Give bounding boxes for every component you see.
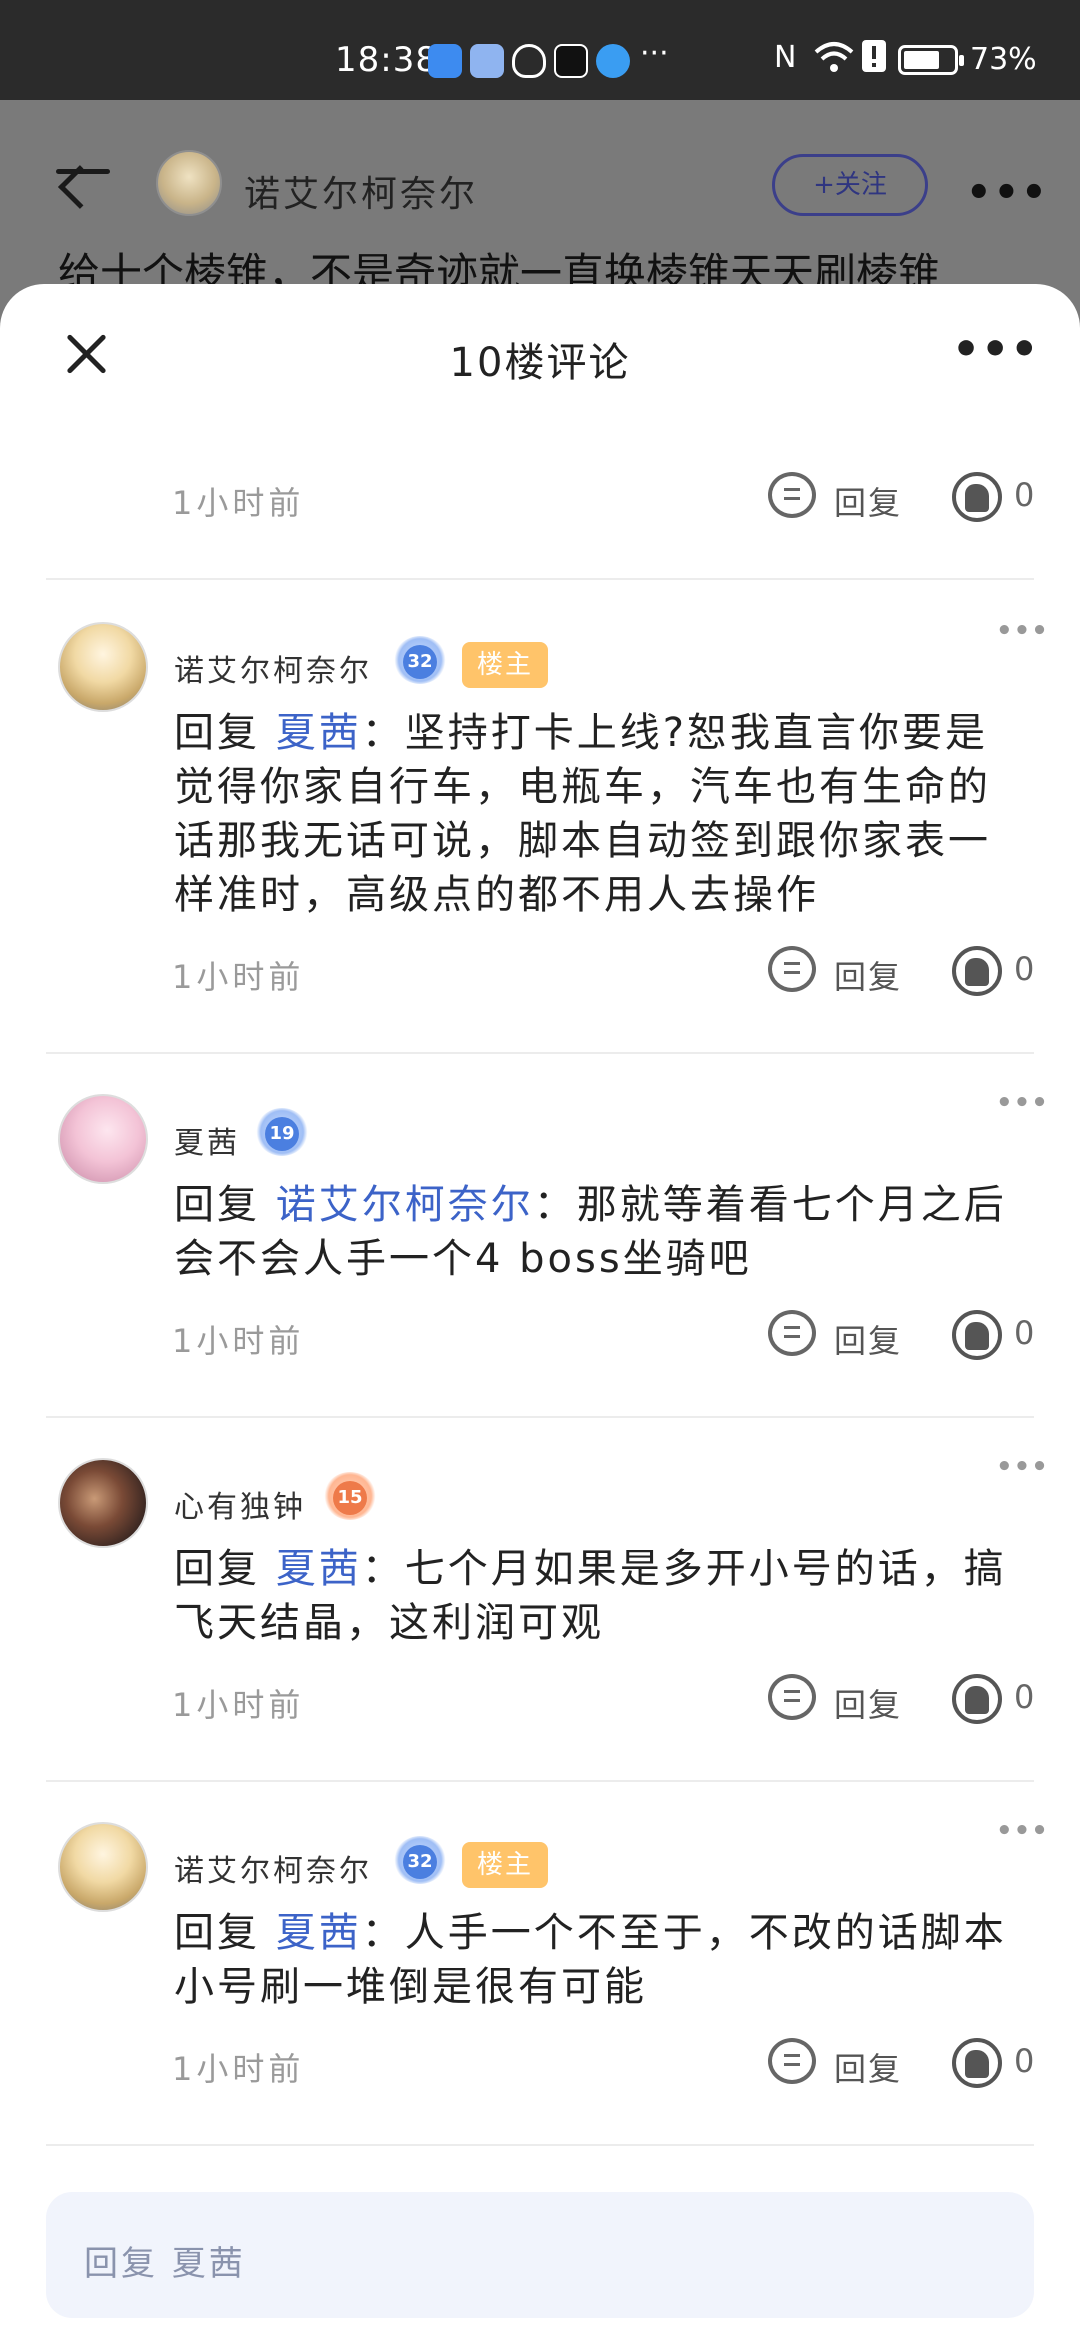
reply-target-link[interactable]: 夏茜	[276, 710, 362, 756]
reply-input-placeholder: 回复 夏茜	[84, 2244, 246, 2284]
status-bar: 18:38 ··· N 73%	[0, 0, 1080, 100]
back-arrow-icon	[52, 150, 110, 190]
comment-meta: 1小时前 回复 0	[0, 944, 1080, 1004]
follow-button: +关注	[772, 154, 928, 216]
comment-more-icon[interactable]: •••	[996, 616, 1049, 646]
level-badge: 32	[394, 1836, 446, 1888]
comment-meta: 1小时前 回复 0	[0, 2036, 1080, 2096]
reply-icon[interactable]	[768, 1310, 816, 1356]
browser-app-icon	[596, 44, 630, 78]
battery-icon	[898, 45, 964, 75]
divider	[46, 1416, 1034, 1418]
comment-body[interactable]: 回复 夏茜：七个月如果是多开小号的话，搞飞天结晶，这利润可观	[174, 1542, 1024, 1650]
level-badge: 15	[324, 1472, 376, 1524]
avatar[interactable]	[58, 1458, 148, 1548]
divider	[46, 578, 1034, 580]
reply-icon[interactable]	[768, 946, 816, 992]
nfc-icon: N	[774, 40, 797, 75]
divider	[46, 1052, 1034, 1054]
reply-button[interactable]: 回复	[834, 2044, 902, 2090]
comment-time: 1小时前	[172, 484, 305, 522]
like-count: 0	[1014, 476, 1035, 514]
comment-time: 1小时前	[172, 2050, 305, 2088]
avatar[interactable]	[58, 1094, 148, 1184]
comment-body[interactable]: 回复 诺艾尔柯奈尔：那就等着看七个月之后会不会人手一个4 boss坐骑吧	[174, 1178, 1024, 1286]
comment-body[interactable]: 回复 夏茜：人手一个不至于，不改的话脚本小号刷一堆倒是很有可能	[174, 1906, 1024, 2014]
reply-target-link[interactable]: 夏茜	[276, 1910, 362, 1956]
status-time: 18:38	[335, 40, 438, 80]
reply-icon[interactable]	[768, 1674, 816, 1720]
game-app-icon	[470, 44, 504, 78]
comment-meta: 1小时前 回复 0	[0, 1308, 1080, 1368]
comment-meta: 1小时前 回复 0	[0, 1672, 1080, 1732]
cloud-app-icon	[428, 44, 462, 78]
owner-badge: 楼主	[462, 1842, 548, 1888]
divider	[46, 2144, 1034, 2146]
reply-button[interactable]: 回复	[834, 478, 902, 524]
reply-icon[interactable]	[768, 2038, 816, 2084]
like-icon[interactable]	[952, 1674, 1002, 1724]
avatar[interactable]	[58, 1822, 148, 1912]
like-count: 0	[1014, 1678, 1035, 1716]
comment-sheet: 10楼评论 ••• 1小时前 回复 0 诺艾尔柯奈尔 32 楼主 ••• 回复 …	[0, 284, 1080, 2338]
reply-button[interactable]: 回复	[834, 1680, 902, 1726]
sheet-title: 10楼评论	[449, 340, 631, 386]
commenter-name[interactable]: 心有独钟	[174, 1482, 306, 1526]
comment-time: 1小时前	[172, 1322, 305, 1360]
level-badge: 32	[394, 636, 446, 688]
tiktok-icon	[554, 44, 588, 78]
avatar[interactable]	[58, 622, 148, 712]
commenter-name[interactable]: 诺艾尔柯奈尔	[174, 646, 372, 690]
alert-icon	[862, 40, 886, 80]
commenter-name[interactable]: 诺艾尔柯奈尔	[174, 1846, 372, 1890]
reply-button[interactable]: 回复	[834, 1316, 902, 1362]
commenter-name[interactable]: 夏茜	[174, 1118, 240, 1162]
battery-percent: 73%	[970, 42, 1037, 77]
comment-time: 1小时前	[172, 958, 305, 996]
like-count: 0	[1014, 950, 1035, 988]
comment-body[interactable]: 回复 夏茜：坚持打卡上线?恕我直言你要是觉得你家自行车，电瓶车，汽车也有生命的话…	[174, 706, 1024, 922]
level-badge: 19	[256, 1108, 308, 1160]
like-icon[interactable]	[952, 1310, 1002, 1360]
more-notifications-icon: ···	[640, 36, 669, 71]
comment-time: 1小时前	[172, 1686, 305, 1724]
like-icon[interactable]	[952, 2038, 1002, 2088]
author-avatar	[156, 150, 222, 216]
like-count: 0	[1014, 1314, 1035, 1352]
reply-target-link[interactable]: 诺艾尔柯奈尔	[276, 1182, 534, 1228]
comment-more-icon[interactable]: •••	[996, 1452, 1049, 1482]
reply-icon[interactable]	[768, 472, 816, 518]
reply-button[interactable]: 回复	[834, 952, 902, 998]
post-more-icon: •••	[966, 170, 1049, 216]
comment-more-icon[interactable]: •••	[996, 1816, 1049, 1846]
author-name: 诺艾尔柯奈尔	[244, 174, 479, 215]
floor-meta: 1小时前 回复 0	[0, 470, 1080, 530]
sheet-more-icon[interactable]: •••	[952, 324, 1039, 375]
owner-badge: 楼主	[462, 642, 548, 688]
reply-target-link[interactable]: 夏茜	[276, 1546, 362, 1592]
like-count: 0	[1014, 2042, 1035, 2080]
like-icon[interactable]	[952, 472, 1002, 522]
reply-input[interactable]: 回复 夏茜	[46, 2192, 1034, 2318]
qq-icon	[512, 44, 546, 78]
comment-more-icon[interactable]: •••	[996, 1088, 1049, 1118]
wifi-icon	[814, 40, 854, 82]
like-icon[interactable]	[952, 946, 1002, 996]
divider	[46, 1780, 1034, 1782]
